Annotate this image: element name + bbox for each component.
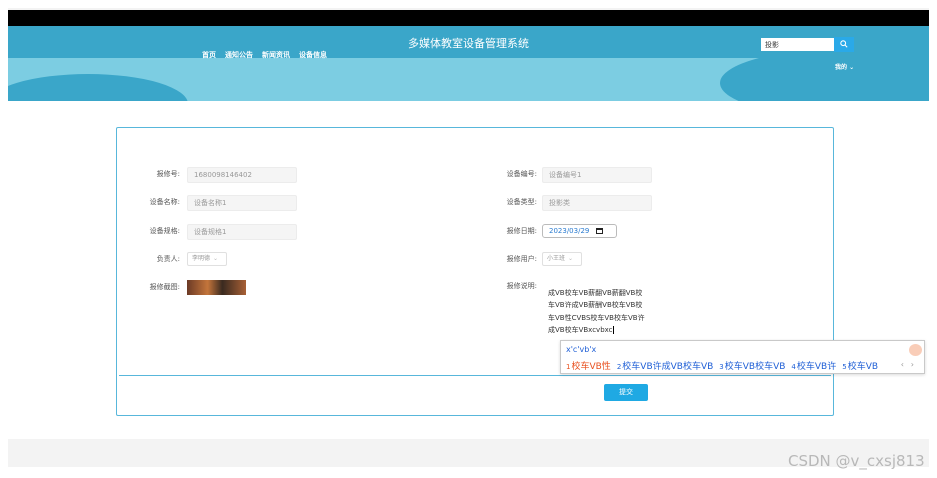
main-nav: 首页 通知公告 新闻资讯 设备信息: [202, 50, 327, 60]
repair-user-value: 小王班: [547, 255, 566, 262]
label-repair-no: 报修号:: [156, 170, 180, 178]
label-repair-desc: 报修说明:: [506, 282, 537, 290]
nav-equipment[interactable]: 设备信息: [299, 50, 327, 60]
form-divider: [119, 375, 831, 376]
device-code-field[interactable]: 设备编号1: [542, 167, 652, 183]
calendar-icon[interactable]: [596, 228, 604, 234]
repair-date-field[interactable]: 2023/03/29: [542, 224, 617, 238]
ime-next-page-icon[interactable]: ›: [911, 360, 914, 369]
ime-candidate[interactable]: 2校车VB许成VB校车VB: [617, 359, 713, 372]
search-button[interactable]: [834, 37, 854, 52]
ime-candidate-list: 1校车VB性 2校车VB许成VB校车VB 3校车VB校车VB 4校车VB许 5校…: [566, 359, 878, 372]
label-device-type: 设备类型:: [506, 198, 537, 206]
ime-candidate[interactable]: 1校车VB性: [566, 359, 611, 372]
text-caret: [612, 325, 614, 334]
label-repair-user: 报修用户:: [506, 255, 537, 263]
label-device-code: 设备编号:: [506, 170, 537, 178]
nav-home[interactable]: 首页: [202, 50, 216, 60]
ime-candidate[interactable]: 4校车VB许: [791, 359, 836, 372]
repair-no-field[interactable]: 1680098146402: [187, 167, 297, 183]
label-responsible: 负责人:: [156, 255, 180, 263]
repair-desc-textarea[interactable]: 成VB校车VB薪翻VB薪翻VB校车VB许成VB薪酬VB校车VB校车VB性CVBS…: [548, 287, 648, 336]
watermark: CSDN @v_cxsj813: [788, 452, 925, 470]
repair-date-value: 2023/03/29: [549, 227, 590, 235]
ime-composition: x'c'vb'x: [566, 345, 597, 354]
nav-notices[interactable]: 通知公告: [225, 50, 253, 60]
chevron-down-icon: ⌄: [568, 255, 574, 262]
user-menu[interactable]: 我的 ⌄: [835, 62, 854, 71]
search-icon: [840, 39, 848, 48]
label-repair-date: 报修日期:: [506, 227, 537, 235]
device-spec-field[interactable]: 设备规格1: [187, 224, 297, 240]
ime-candidate[interactable]: 5校车VB: [842, 359, 878, 372]
ime-logo-icon: [909, 344, 922, 356]
repair-screenshot-image[interactable]: [187, 280, 246, 295]
ime-prev-page-icon[interactable]: ‹: [901, 360, 904, 369]
repair-user-select[interactable]: 小王班 ⌄: [542, 252, 582, 266]
top-black-bar: [8, 10, 929, 26]
header-wave-right: [720, 48, 929, 101]
chevron-down-icon: ⌄: [213, 255, 219, 262]
responsible-value: 李明德: [192, 255, 211, 262]
device-type-field[interactable]: 投影类: [542, 195, 652, 211]
ime-candidate[interactable]: 3校车VB校车VB: [719, 359, 785, 372]
repair-desc-text: 成VB校车VB薪翻VB薪翻VB校车VB许成VB薪酬VB校车VB校车VB性CVBS…: [548, 289, 645, 334]
label-device-name: 设备名称:: [149, 198, 180, 206]
responsible-select[interactable]: 李明德 ⌄: [187, 252, 227, 266]
nav-news[interactable]: 新闻资讯: [262, 50, 290, 60]
device-name-field[interactable]: 设备名称1: [187, 195, 297, 211]
ime-candidate-window: x'c'vb'x 1校车VB性 2校车VB许成VB校车VB 3校车VB校车VB …: [560, 340, 925, 374]
label-screenshot: 报修截图:: [149, 283, 180, 291]
label-device-spec: 设备规格:: [149, 227, 180, 235]
submit-button[interactable]: 提交: [604, 384, 648, 401]
search-input[interactable]: [761, 38, 834, 51]
